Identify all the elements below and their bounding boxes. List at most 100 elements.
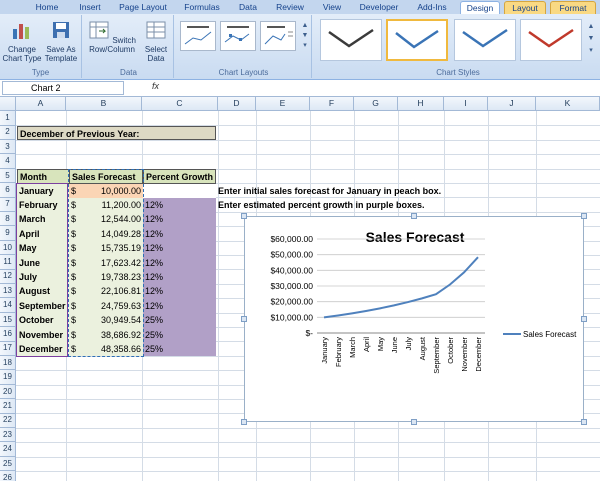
column-header-i[interactable]: I [444, 97, 488, 111]
tab-design[interactable]: Design [460, 1, 500, 14]
currency-symbol[interactable]: $ [69, 255, 81, 270]
column-header-h[interactable]: H [398, 97, 444, 111]
growth-cell[interactable]: 12% [143, 298, 216, 314]
resize-handle-left[interactable] [241, 316, 247, 322]
column-header-c[interactable]: C [142, 97, 218, 111]
resize-handle-right[interactable] [581, 316, 587, 322]
row-header-8[interactable]: 8 [0, 211, 16, 227]
month-cell[interactable]: November [17, 327, 69, 342]
sales-value-cell[interactable]: 10,000.00 [81, 183, 143, 198]
tab-insert[interactable]: Insert [74, 1, 106, 14]
currency-symbol[interactable]: $ [69, 241, 81, 256]
worksheet-grid[interactable]: 26 25 24 23 22 21 20 19 18 17 16 15 14 13 12 11 10 9 8 7 6 5 4… [0, 97, 600, 481]
chart-layout-1[interactable] [180, 21, 216, 51]
row-header-13[interactable]: 13 [0, 283, 16, 299]
currency-symbol[interactable]: $ [69, 212, 81, 227]
growth-cell[interactable]: 12% [143, 241, 216, 256]
resize-handle-top[interactable] [411, 213, 417, 219]
column-header-f[interactable]: F [310, 97, 354, 111]
tab-data[interactable]: Data [234, 1, 262, 14]
sales-value-cell[interactable]: 48,358.66 [81, 341, 143, 357]
tab-layout[interactable]: Layout [504, 1, 546, 14]
currency-symbol[interactable]: $ [69, 197, 81, 213]
column-header-b[interactable]: B [66, 97, 142, 111]
tab-view[interactable]: View [318, 1, 346, 14]
row-header-15[interactable]: 15 [0, 312, 16, 328]
row-header-24[interactable]: 24 [0, 442, 16, 457]
currency-symbol[interactable]: $ [69, 269, 81, 285]
chart-style-4[interactable] [520, 19, 582, 61]
row-header-14[interactable]: 14 [0, 298, 16, 313]
tab-add-ins[interactable]: Add-Ins [412, 1, 452, 14]
row-header-19[interactable]: 19 [0, 370, 16, 385]
column-header-k[interactable]: K [536, 97, 600, 111]
save-as-template-button[interactable]: Save As Template [42, 19, 80, 63]
currency-symbol[interactable]: $ [69, 341, 81, 357]
header-percent-growth[interactable]: Percent Growth [143, 169, 216, 184]
row-header-17[interactable]: 17 [0, 341, 16, 356]
growth-cell[interactable]: 25% [143, 327, 216, 342]
resize-handle-tr[interactable] [581, 213, 587, 219]
row-header-3[interactable]: 3 [0, 139, 16, 155]
column-header-j[interactable]: J [488, 97, 536, 111]
title-cell[interactable]: December of Previous Year: [17, 126, 216, 140]
tab-developer[interactable]: Developer [354, 1, 404, 14]
month-cell[interactable]: October [17, 313, 69, 328]
row-header-21[interactable]: 21 [0, 399, 16, 414]
row-header-26[interactable]: 26 [0, 471, 16, 481]
sales-value-cell[interactable]: 12,544.00 [81, 212, 143, 227]
row-header-9[interactable]: 9 [0, 226, 16, 241]
month-cell[interactable]: April [17, 226, 69, 242]
row-header-2[interactable]: 2 [0, 125, 16, 140]
currency-symbol[interactable]: $ [69, 226, 81, 242]
row-header-10[interactable]: 10 [0, 240, 16, 256]
resize-handle-bottom[interactable] [411, 419, 417, 425]
row-header-25[interactable]: 25 [0, 456, 16, 472]
header-month[interactable]: Month [17, 169, 69, 184]
name-box[interactable]: Chart 2 [2, 81, 124, 95]
row-header-7[interactable]: 7 [0, 197, 16, 212]
column-header-e[interactable]: E [256, 97, 310, 111]
growth-cell[interactable]: 25% [143, 313, 216, 328]
tab-page-layout[interactable]: Page Layout [116, 1, 170, 14]
change-chart-type-button[interactable]: Change Chart Type [2, 19, 42, 63]
sales-value-cell[interactable]: 15,735.19 [81, 241, 143, 256]
resize-handle-tl[interactable] [241, 213, 247, 219]
row-header-6[interactable]: 6 [0, 183, 16, 198]
row-header-23[interactable]: 23 [0, 427, 16, 443]
growth-cell[interactable]: 12% [143, 284, 216, 299]
tab-home[interactable]: Home [30, 1, 64, 14]
growth-cell[interactable]: 12% [143, 226, 216, 242]
header-sales-forecast[interactable]: Sales Forecast [69, 169, 143, 184]
note-purple[interactable]: Enter estimated percent growth in purple… [216, 198, 427, 213]
sales-value-cell[interactable]: 22,106.81 [81, 284, 143, 299]
row-header-18[interactable]: 18 [0, 355, 16, 371]
month-cell[interactable]: January [17, 183, 69, 198]
sales-value-cell[interactable]: 19,738.23 [81, 269, 143, 285]
chart-layout-3[interactable] [260, 21, 296, 51]
growth-cell[interactable]: 12% [143, 197, 216, 213]
currency-symbol[interactable]: $ [69, 183, 81, 198]
chart-style-2[interactable] [386, 19, 448, 61]
chart-layout-2[interactable] [220, 21, 256, 51]
sales-value-cell[interactable]: 38,686.92 [81, 327, 143, 342]
growth-cell[interactable] [143, 183, 216, 198]
row-header-20[interactable]: 20 [0, 384, 16, 400]
row-header-12[interactable]: 12 [0, 269, 16, 284]
month-cell[interactable]: September [17, 298, 69, 314]
row-header-22[interactable]: 22 [0, 413, 16, 428]
currency-symbol[interactable]: $ [69, 298, 81, 314]
sales-value-cell[interactable]: 30,949.54 [81, 313, 143, 328]
currency-symbol[interactable]: $ [69, 284, 81, 299]
sales-value-cell[interactable]: 17,623.42 [81, 255, 143, 270]
month-cell[interactable]: February [17, 197, 69, 213]
select-data-button[interactable]: Select Data [140, 19, 172, 63]
tab-formulas[interactable]: Formulas [180, 1, 224, 14]
growth-cell[interactable]: 12% [143, 255, 216, 270]
sales-value-cell[interactable]: 14,049.28 [81, 226, 143, 242]
month-cell[interactable]: March [17, 212, 69, 227]
row-header-11[interactable]: 11 [0, 255, 16, 270]
switch-row-column-button[interactable]: Switch Row/Column [86, 19, 138, 54]
select-all-corner[interactable] [0, 97, 16, 111]
column-header-g[interactable]: G [354, 97, 398, 111]
